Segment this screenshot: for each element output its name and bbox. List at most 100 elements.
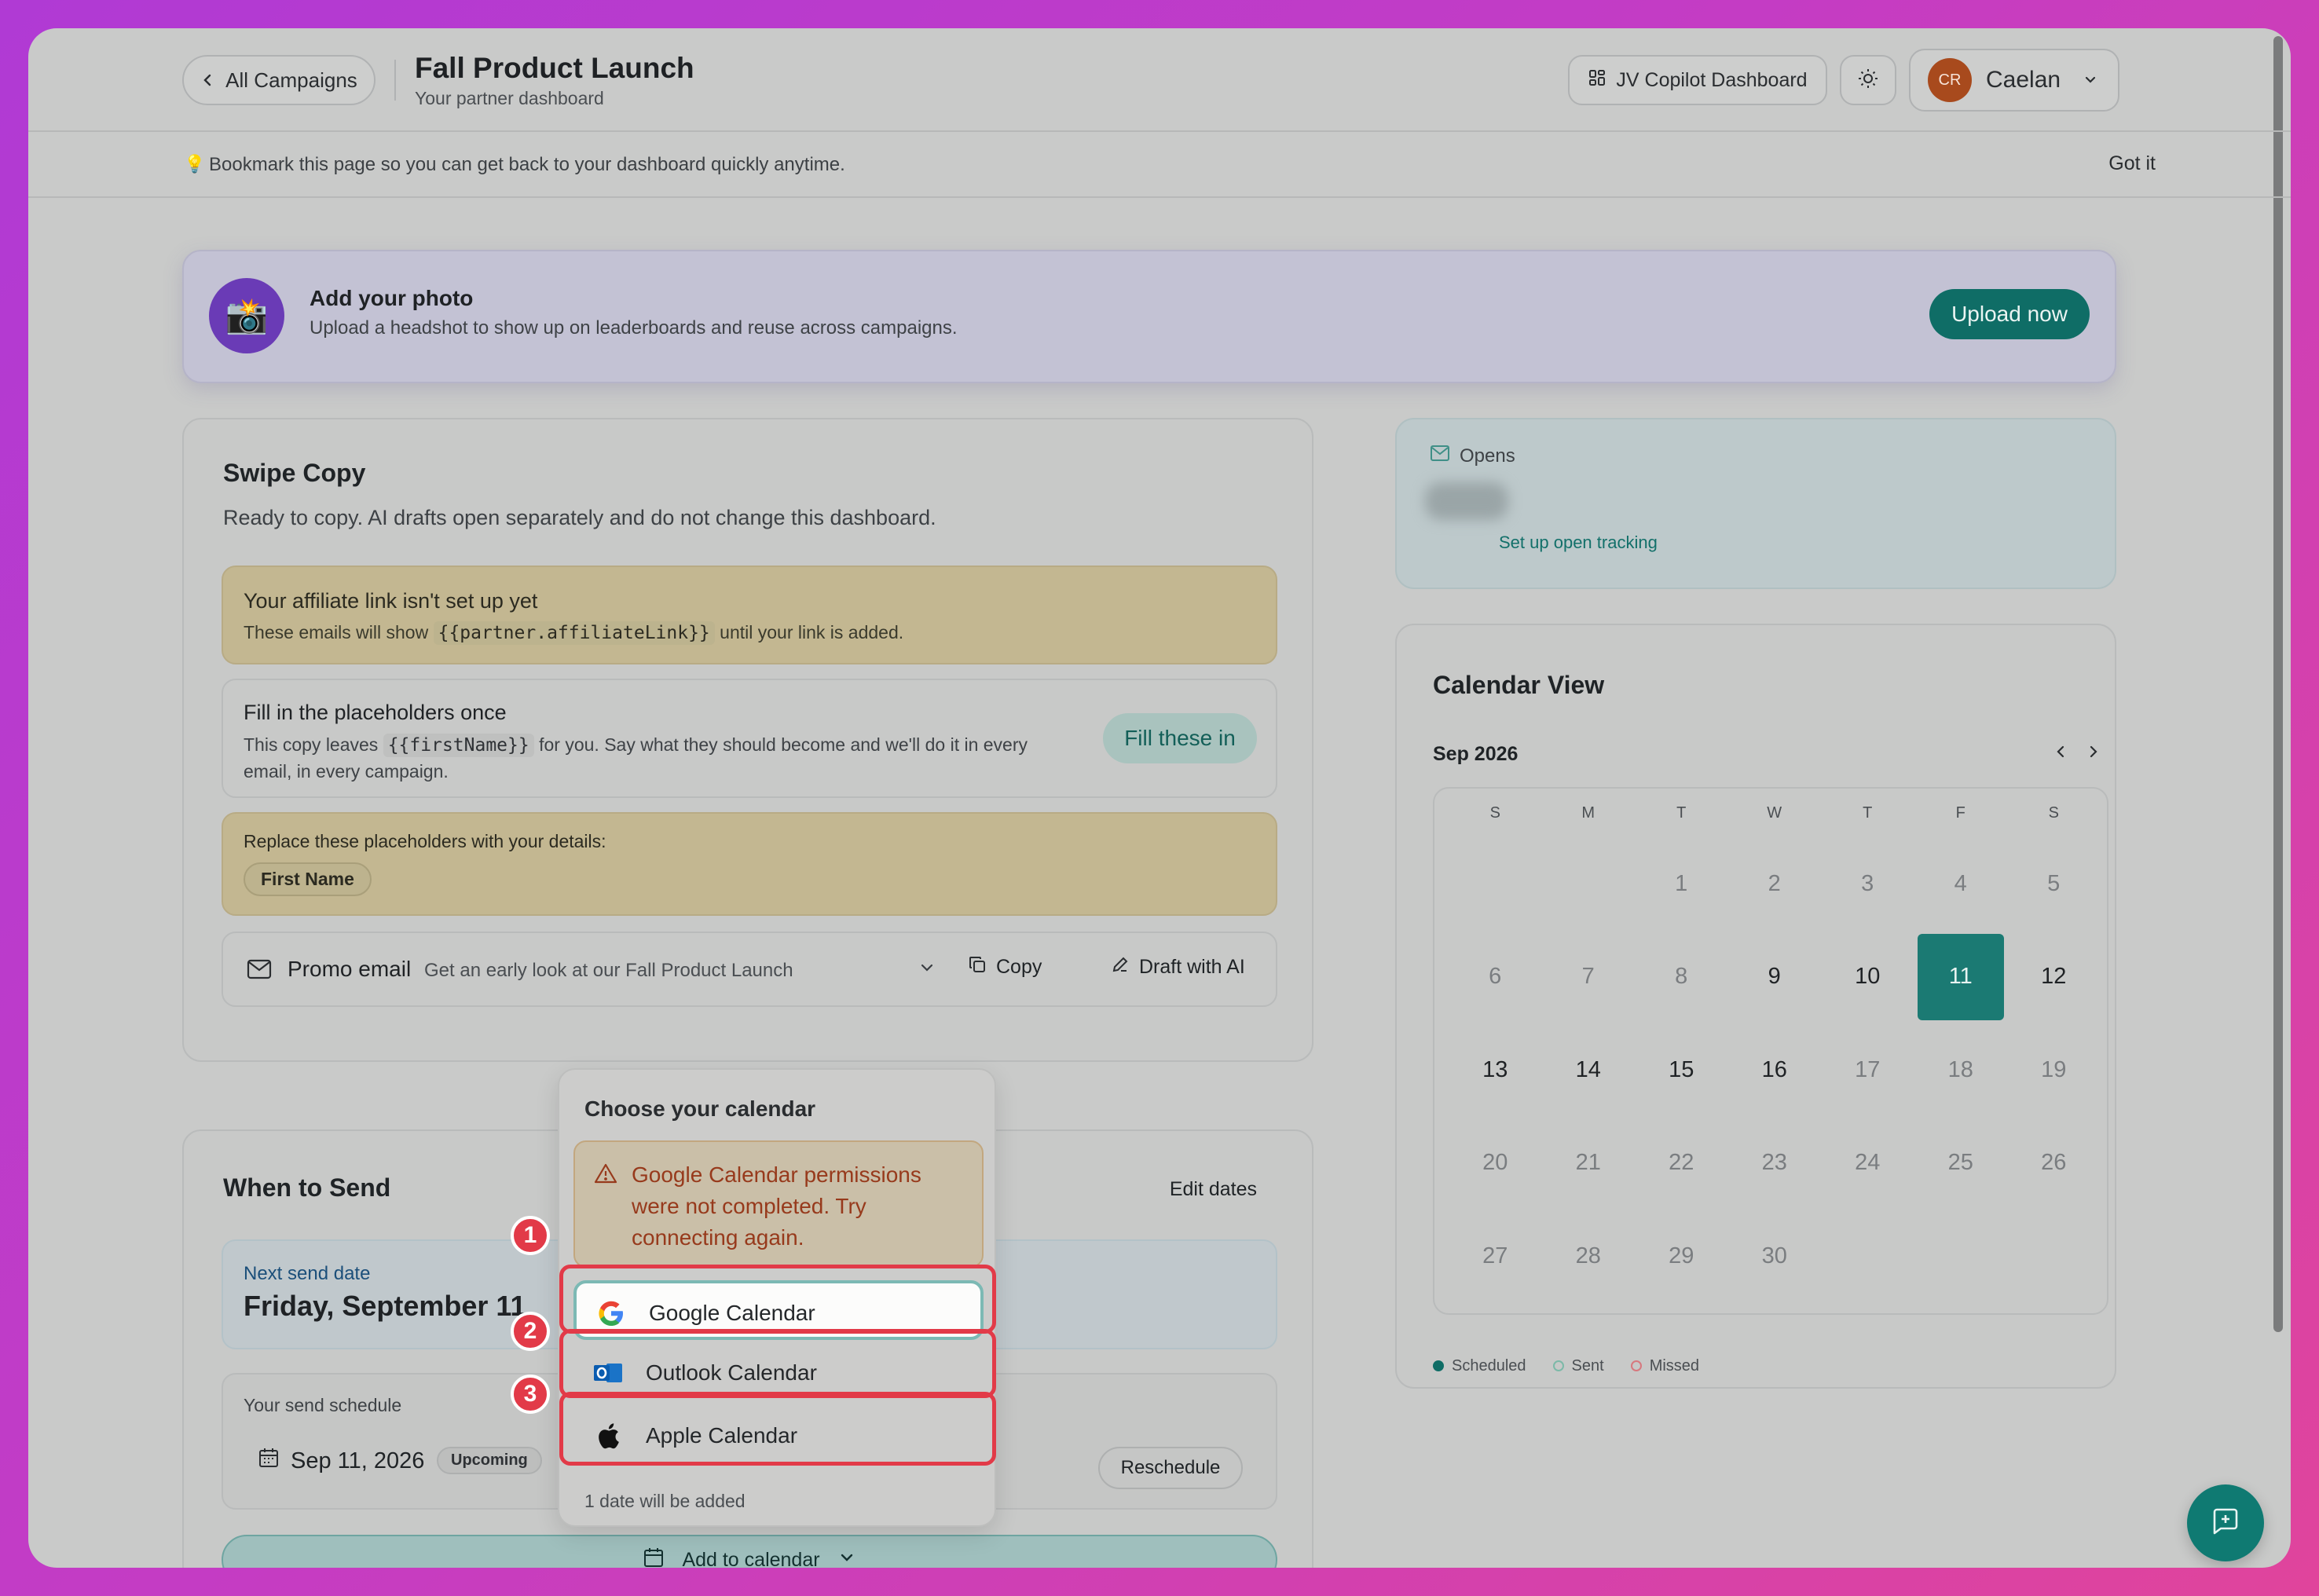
permission-warning: Google Calendar permissions were not com… (573, 1140, 984, 1268)
weekday-header: T (1676, 804, 1687, 822)
replace-placeholders-box: Replace these placeholders with your det… (222, 812, 1277, 916)
all-campaigns-label: All Campaigns (225, 68, 357, 92)
next-send-date: Friday, September 11 (244, 1290, 526, 1322)
bookmark-banner: 💡 Bookmark this page so you can get back… (28, 134, 2291, 198)
calendar-icon (643, 1547, 665, 1569)
calendar-day[interactable]: 6 (1452, 934, 1539, 1021)
calendar-day[interactable]: 17 (1824, 1027, 1911, 1114)
top-header: All Campaigns Fall Product Launch Your p… (28, 28, 2291, 132)
calendar-day[interactable]: 30 (1731, 1213, 1819, 1300)
calendar-day[interactable]: 25 (1918, 1120, 2005, 1207)
jv-copilot-dashboard-button[interactable]: JV Copilot Dashboard (1568, 55, 1827, 105)
calendar-day[interactable]: 11 (1917, 933, 2004, 1020)
calendar-day[interactable]: 14 (1545, 1027, 1632, 1114)
chevron-down-icon (837, 1548, 856, 1569)
calendar-day[interactable]: 21 (1545, 1120, 1632, 1207)
calendar-day[interactable]: 27 (1452, 1213, 1539, 1300)
calendar-day[interactable]: 1 (1638, 840, 1725, 928)
chevron-down-icon[interactable] (918, 958, 936, 981)
copy-icon (968, 955, 987, 979)
opens-card: Opens Set up open tracking (1395, 418, 2116, 589)
calendar-day[interactable]: 29 (1638, 1213, 1725, 1300)
calendar-day[interactable]: 16 (1731, 1027, 1819, 1114)
annotation-badge-3: 3 (511, 1375, 550, 1414)
sent-dot (1552, 1360, 1564, 1371)
page-title: Fall Product Launch (415, 52, 694, 84)
avatar: CR (1928, 58, 1972, 102)
all-campaigns-button[interactable]: All Campaigns (182, 55, 376, 105)
fill-these-in-button[interactable]: Fill these in (1103, 713, 1257, 763)
chat-plus-icon (2210, 1506, 2241, 1541)
calendar-day[interactable]: 22 (1638, 1120, 1725, 1207)
calendar-day[interactable]: 5 (2010, 840, 2097, 928)
calendar-icon (258, 1447, 280, 1475)
reschedule-button[interactable]: Reschedule (1098, 1447, 1243, 1489)
chat-button[interactable] (2187, 1484, 2264, 1561)
chevron-right-icon[interactable] (2085, 741, 2102, 766)
affiliate-warning-title: Your affiliate link isn't set up yet (244, 589, 538, 613)
weekday-header: M (1581, 804, 1595, 822)
copy-label: Copy (996, 956, 1042, 978)
calendar-grid: S M T W T F S 1 2 3 4 5 6 7 8 9 10 11 12 13 14 15 16 17 18 19 20 21… (1433, 787, 2108, 1315)
calendar-day[interactable]: 10 (1824, 934, 1911, 1021)
schedule-date: Sep 11, 2026 (258, 1447, 424, 1475)
calendar-day[interactable]: 23 (1731, 1120, 1819, 1207)
calendar-day[interactable]: 2 (1731, 840, 1819, 928)
calendar-view-title: Calendar View (1433, 671, 1605, 699)
calendar-day[interactable]: 12 (2010, 934, 2097, 1021)
draft-with-ai-button[interactable]: Draft with AI (1111, 955, 1245, 979)
upload-now-button[interactable]: Upload now (1929, 289, 2090, 339)
got-it-button[interactable]: Got it (2108, 152, 2156, 175)
set-up-open-tracking-link[interactable]: Set up open tracking (1499, 533, 1658, 553)
send-schedule-label: Your send schedule (244, 1395, 402, 1415)
user-name: Caelan (1986, 67, 2061, 93)
scrollbar[interactable] (2273, 36, 2283, 1332)
affiliate-text-pre: These emails will show (244, 622, 429, 642)
theme-toggle-button[interactable] (1840, 55, 1896, 105)
calendar-day[interactable]: 20 (1452, 1120, 1539, 1207)
legend-sent: Sent (1552, 1357, 1604, 1375)
photo-title: Add your photo (310, 286, 474, 310)
mail-icon (247, 958, 272, 984)
calendar-day[interactable]: 4 (1918, 840, 2005, 928)
chevron-left-icon (200, 68, 214, 93)
calendar-day[interactable]: 3 (1824, 840, 1911, 928)
calendar-legend: Scheduled Sent Missed (1433, 1357, 1699, 1375)
calendar-day[interactable]: 7 (1545, 934, 1632, 1021)
chevron-left-icon[interactable] (2052, 741, 2069, 766)
calendar-day[interactable]: 24 (1824, 1120, 1911, 1207)
calendar-month: Sep 2026 (1433, 743, 1519, 765)
status-badge: Upcoming (437, 1447, 542, 1474)
weekday-header: T (1863, 804, 1873, 822)
legend-missed-label: Missed (1649, 1357, 1700, 1375)
chevron-down-icon (2083, 67, 2098, 93)
draft-label: Draft with AI (1139, 956, 1245, 978)
photo-description: Upload a headshot to show up on leaderbo… (310, 317, 958, 339)
legend-scheduled-label: Scheduled (1452, 1357, 1526, 1375)
replace-placeholders-title: Replace these placeholders with your det… (244, 831, 606, 851)
legend-sent-label: Sent (1571, 1357, 1604, 1375)
annotation-box-1 (559, 1265, 996, 1334)
calendar-view-card: Calendar View Sep 2026 SMTWTFS1234567891… (1395, 624, 2116, 1389)
calendar-day[interactable]: 18 (1918, 1027, 2005, 1114)
promo-email-row[interactable]: Promo email Get an early look at our Fal… (222, 932, 1277, 1007)
add-to-calendar-button[interactable]: Add to calendar (222, 1535, 1277, 1568)
calendar-day[interactable]: 19 (2010, 1027, 2097, 1114)
calendar-day[interactable]: 8 (1638, 934, 1725, 1021)
user-menu-button[interactable]: CR Caelan (1909, 49, 2119, 112)
copy-button[interactable]: Copy (968, 955, 1042, 979)
add-to-calendar-label: Add to calendar (682, 1548, 820, 1569)
calendar-day[interactable]: 13 (1452, 1027, 1539, 1114)
calendar-day[interactable]: 15 (1638, 1027, 1725, 1114)
annotation-box-2 (559, 1329, 996, 1398)
calendar-day[interactable]: 28 (1545, 1213, 1632, 1300)
calendar-day[interactable]: 9 (1731, 934, 1819, 1021)
promo-email-subject: Get an early look at our Fall Product La… (424, 960, 793, 981)
edit-dates-button[interactable]: Edit dates (1170, 1178, 1257, 1201)
annotation-badge-2: 2 (511, 1312, 550, 1351)
browser-window: All Campaigns Fall Product Launch Your p… (28, 28, 2291, 1568)
calendar-day[interactable]: 26 (2010, 1120, 2097, 1207)
first-name-chip[interactable]: First Name (244, 862, 372, 896)
weekday-header: S (2048, 804, 2059, 822)
popup-footer: 1 date will be added (584, 1491, 746, 1511)
